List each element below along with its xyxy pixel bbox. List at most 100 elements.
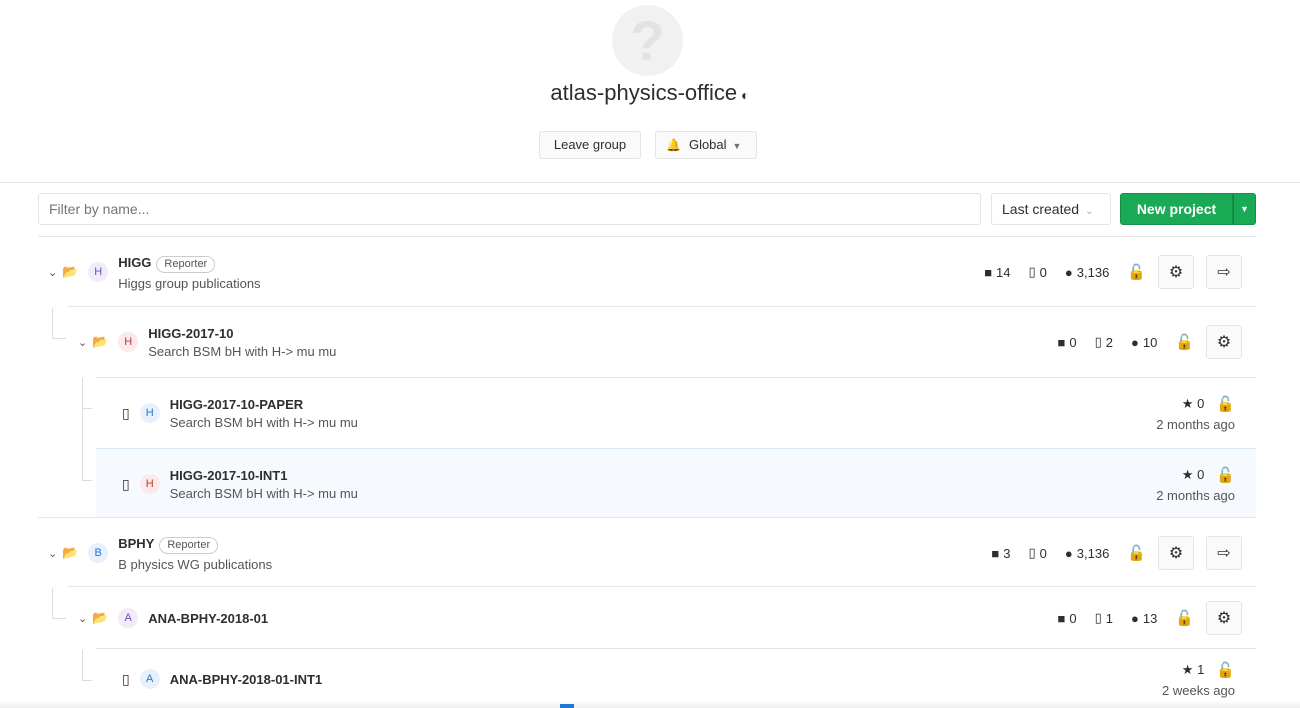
- group-row[interactable]: ⌄ 📂 H HIGG-2017-10 Search BSM bH with H-…: [68, 306, 1256, 376]
- lock-icon: 🔓: [1127, 264, 1146, 281]
- star-icon: ★: [1181, 661, 1194, 677]
- tree-connector: [52, 588, 53, 618]
- project-count: ▯ 0: [1028, 264, 1047, 280]
- member-count: ● 13: [1130, 610, 1158, 626]
- subgroup-count: ■ 3: [991, 545, 1011, 561]
- settings-button[interactable]: ⚙: [1158, 255, 1194, 289]
- project-row[interactable]: ▯ H HIGG-2017-10-PAPER Search BSM bH wit…: [96, 377, 1256, 447]
- lock-icon: 🔓: [1175, 334, 1194, 351]
- folder-open-icon: 📂: [92, 334, 109, 349]
- bookmark-icon: ▯: [122, 475, 130, 492]
- chevron-down-icon: ⌄: [1085, 206, 1094, 217]
- group-row[interactable]: ⌄ 📂 B BPHY Reporter B physics WG publicat…: [38, 517, 1256, 587]
- lock-icon: 🔓: [1127, 545, 1146, 562]
- leave-group-button[interactable]: Leave group: [539, 131, 641, 159]
- lock-icon: 🔓: [1216, 395, 1235, 413]
- group-avatar: ?: [612, 5, 683, 76]
- settings-button[interactable]: ⚙: [1206, 325, 1242, 359]
- group-row[interactable]: ⌄ 📂 H HIGG Reporter Higgs group publicati…: [38, 236, 1256, 306]
- bookmark-icon: ▯: [122, 404, 130, 421]
- project-description: Search BSM bH with H-> mu mu: [169, 485, 358, 501]
- tree-connector: [82, 680, 92, 681]
- chevron-down-icon[interactable]: ⌄: [48, 266, 62, 279]
- notification-dropdown[interactable]: 🔔 Global ▼: [655, 131, 757, 159]
- tree-connector: [82, 650, 83, 680]
- group-description: Higgs group publications: [118, 275, 261, 291]
- settings-button[interactable]: ⚙: [1158, 536, 1194, 570]
- bookmark-icon: ▯: [1094, 610, 1102, 625]
- subgroup-count: ■ 14: [984, 264, 1011, 280]
- project-description: Search BSM bH with H-> mu mu: [169, 414, 358, 430]
- group-description: B physics WG publications: [118, 556, 273, 572]
- users-icon: ●: [1130, 334, 1139, 350]
- project-name[interactable]: HIGG-2017-10-INT1: [170, 468, 358, 483]
- chevron-down-icon[interactable]: ⌄: [78, 612, 92, 625]
- star-icon: ★: [1181, 395, 1194, 411]
- member-count: ● 3,136: [1064, 545, 1110, 561]
- group-description: Search BSM bH with H-> mu mu: [148, 343, 337, 359]
- lock-icon: 🔓: [1216, 466, 1235, 484]
- settings-button[interactable]: ⚙: [1206, 601, 1242, 635]
- group-name[interactable]: BPHY: [118, 536, 154, 551]
- bookmark-icon: ▯: [1028, 545, 1036, 560]
- star-count: 0: [1197, 396, 1205, 411]
- project-avatar: H: [139, 403, 160, 423]
- folder-open-icon: 📂: [92, 610, 109, 625]
- gear-icon: ⚙: [1168, 264, 1184, 281]
- project-name[interactable]: HIGG-2017-10-PAPER: [170, 397, 358, 412]
- group-avatar: B: [88, 543, 109, 563]
- subgroup-count: ■ 0: [1057, 610, 1077, 626]
- group-name: atlas-physics-office: [550, 80, 738, 105]
- shield-icon: ◐: [741, 87, 750, 103]
- sort-label: Last created: [1002, 201, 1080, 217]
- filter-input[interactable]: [38, 193, 981, 225]
- project-row[interactable]: ▯ H HIGG-2017-10-INT1 Search BSM bH with…: [96, 448, 1256, 518]
- chevron-down-icon[interactable]: ⌄: [78, 336, 92, 349]
- role-badge: Reporter: [156, 255, 216, 273]
- project-name[interactable]: ANA-BPHY-2018-01-INT1: [170, 672, 322, 687]
- bookmark-icon: ▯: [122, 670, 130, 687]
- folder-icon: ■: [984, 264, 993, 280]
- project-row[interactable]: ▯ A ANA-BPHY-2018-01-INT1 ★ 1 🔓 2 weeks …: [96, 648, 1256, 708]
- lock-icon: 🔓: [1216, 661, 1235, 679]
- new-project-button[interactable]: New project: [1120, 193, 1233, 225]
- caret-down-icon: ▼: [1240, 204, 1249, 214]
- member-count: ● 3,136: [1064, 264, 1110, 280]
- folder-icon: ■: [1057, 334, 1066, 350]
- chevron-down-icon[interactable]: ⌄: [48, 547, 62, 560]
- group-name[interactable]: ANA-BPHY-2018-01: [148, 611, 268, 626]
- group-name[interactable]: HIGG-2017-10: [148, 326, 336, 341]
- users-icon: ●: [1064, 545, 1073, 561]
- project-avatar: A: [139, 669, 160, 689]
- tree-connector: [52, 618, 66, 619]
- folder-icon: ■: [1057, 610, 1066, 626]
- tree-connector: [82, 480, 92, 481]
- leave-button[interactable]: ⇨: [1206, 536, 1242, 570]
- role-badge: Reporter: [159, 536, 219, 554]
- leave-button[interactable]: ⇨: [1206, 255, 1242, 289]
- group-title: atlas-physics-office ◐: [0, 80, 1300, 106]
- project-count: ▯ 0: [1028, 545, 1047, 561]
- subgroup-count: ■ 0: [1057, 334, 1077, 350]
- new-project-dropdown-toggle[interactable]: ▼: [1233, 193, 1256, 225]
- gear-icon: ⚙: [1216, 610, 1232, 627]
- tree-connector: [52, 308, 53, 338]
- sign-out-icon: ⇨: [1217, 264, 1231, 281]
- tree-connector: [82, 378, 83, 480]
- gear-icon: ⚙: [1168, 545, 1184, 562]
- group-avatar: H: [118, 332, 139, 352]
- bell-icon: 🔔: [666, 138, 681, 152]
- folder-open-icon: 📂: [62, 545, 79, 560]
- sort-dropdown[interactable]: Last created ⌄: [991, 193, 1111, 225]
- group-name[interactable]: HIGG: [118, 255, 151, 270]
- caret-down-icon: ▼: [732, 141, 742, 151]
- folder-icon: ■: [991, 545, 1000, 561]
- updated-time: 2 weeks ago: [1162, 682, 1235, 698]
- users-icon: ●: [1130, 610, 1139, 626]
- star-icon: ★: [1181, 466, 1194, 482]
- updated-time: 2 months ago: [1156, 487, 1235, 503]
- group-header: ? atlas-physics-office ◐ Leave group 🔔 Glo…: [0, 0, 1300, 183]
- users-icon: ●: [1064, 264, 1073, 280]
- group-avatar: A: [118, 608, 139, 628]
- group-row[interactable]: ⌄ 📂 A ANA-BPHY-2018-01 ■ 0 ▯ 1 ● 13 🔓 ⚙: [68, 586, 1256, 648]
